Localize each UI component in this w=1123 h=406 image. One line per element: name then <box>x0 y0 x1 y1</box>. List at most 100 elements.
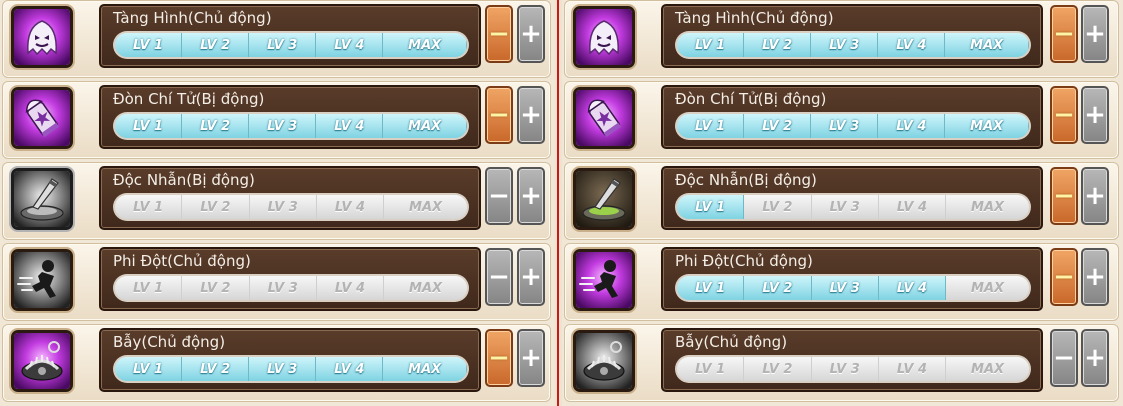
skill-row: Đòn Chí Tử(Bị động) LV 1 LV 2 LV 3 LV 4 … <box>564 81 1119 159</box>
right-skill-panel: Tàng Hình(Chủ động) LV 1 LV 2 LV 3 LV 4 … <box>562 0 1123 406</box>
level-4: LV 4 <box>878 276 947 300</box>
decrease-level-button[interactable]: − <box>1050 5 1078 63</box>
level-2: LV 2 <box>182 276 250 300</box>
minus-icon: − <box>488 262 510 292</box>
increase-level-button[interactable]: + <box>517 167 545 225</box>
increase-level-button[interactable]: + <box>517 248 545 306</box>
level-bar: LV 1 LV 2 LV 3 LV 4 MAX <box>115 195 467 219</box>
level-max: MAX <box>384 195 467 219</box>
decrease-level-button[interactable]: − <box>485 167 513 225</box>
level-3: LV 3 <box>811 195 879 219</box>
plus-icon: + <box>520 181 542 211</box>
level-4: LV 4 <box>878 114 946 138</box>
level-1: LV 1 <box>677 195 745 219</box>
trap-icon <box>11 330 73 392</box>
skill-row: Phi Đột(Chủ động) LV 1 LV 2 LV 3 LV 4 MA… <box>2 243 551 321</box>
skill-name: Phi Đột(Chủ động) <box>113 252 251 270</box>
decrease-level-button[interactable]: − <box>1050 248 1078 306</box>
dash-runner-icon <box>11 249 73 311</box>
level-2: LV 2 <box>744 276 812 300</box>
skill-name: Bẫy(Chủ động) <box>675 333 788 351</box>
skill-info: Độc Nhẫn(Bị động) LV 1 LV 2 LV 3 LV 4 MA… <box>661 166 1043 230</box>
skill-info: Tàng Hình(Chủ động) LV 1 LV 2 LV 3 LV 4 … <box>99 4 481 68</box>
increase-level-button[interactable]: + <box>1081 86 1109 144</box>
level-3: LV 3 <box>811 357 879 381</box>
level-bar: LV 1 LV 2 LV 3 LV 4 MAX <box>115 276 467 300</box>
left-skill-panel: Tàng Hình(Chủ động) LV 1 LV 2 LV 3 LV 4 … <box>0 0 555 406</box>
bullet-star-icon <box>11 87 73 149</box>
ghost-icon <box>573 6 635 68</box>
level-max: MAX <box>383 33 467 57</box>
increase-level-button[interactable]: + <box>517 86 545 144</box>
minus-icon: − <box>1053 262 1075 292</box>
plus-icon: + <box>1084 343 1106 373</box>
level-4: LV 4 <box>878 195 947 219</box>
level-bar: LV 1 LV 2 LV 3 LV 4 MAX <box>115 357 467 381</box>
level-3: LV 3 <box>811 114 879 138</box>
level-4: LV 4 <box>316 114 384 138</box>
skill-name: Độc Nhẫn(Bị động) <box>113 171 255 189</box>
increase-level-button[interactable]: + <box>517 5 545 63</box>
level-3: LV 3 <box>249 276 317 300</box>
plus-icon: + <box>520 19 542 49</box>
level-max: MAX <box>383 357 467 381</box>
minus-icon: − <box>488 19 510 49</box>
level-2: LV 2 <box>744 114 812 138</box>
skill-row: Độc Nhẫn(Bị động) LV 1 LV 2 LV 3 LV 4 MA… <box>2 162 551 240</box>
level-2: LV 2 <box>182 195 250 219</box>
level-2: LV 2 <box>182 114 250 138</box>
decrease-level-button[interactable]: − <box>1050 329 1078 387</box>
ghost-icon <box>11 6 73 68</box>
level-1: LV 1 <box>115 33 183 57</box>
increase-level-button[interactable]: + <box>1081 248 1109 306</box>
increase-level-button[interactable]: + <box>1081 5 1109 63</box>
skill-info: Bẫy(Chủ động) LV 1 LV 2 LV 3 LV 4 MAX <box>661 328 1043 392</box>
level-4: LV 4 <box>316 276 385 300</box>
decrease-level-button[interactable]: − <box>1050 86 1078 144</box>
skill-info: Độc Nhẫn(Bị động) LV 1 LV 2 LV 3 LV 4 MA… <box>99 166 481 230</box>
skill-row: Độc Nhẫn(Bị động) LV 1 LV 2 LV 3 LV 4 MA… <box>564 162 1119 240</box>
decrease-level-button[interactable]: − <box>485 329 513 387</box>
level-1: LV 1 <box>677 357 745 381</box>
decrease-level-button[interactable]: − <box>485 248 513 306</box>
skill-info: Tàng Hình(Chủ động) LV 1 LV 2 LV 3 LV 4 … <box>661 4 1043 68</box>
minus-icon: − <box>488 343 510 373</box>
level-max: MAX <box>945 33 1029 57</box>
level-2: LV 2 <box>744 33 812 57</box>
plus-icon: + <box>1084 19 1106 49</box>
increase-level-button[interactable]: + <box>1081 329 1109 387</box>
plus-icon: + <box>1084 181 1106 211</box>
skill-name: Tàng Hình(Chủ động) <box>113 9 272 27</box>
level-bar: LV 1 LV 2 LV 3 LV 4 MAX <box>677 33 1029 57</box>
level-bar: LV 1 LV 2 LV 3 LV 4 MAX <box>677 114 1029 138</box>
level-3: LV 3 <box>249 195 317 219</box>
level-max: MAX <box>946 195 1029 219</box>
level-bar: LV 1 LV 2 LV 3 LV 4 MAX <box>677 357 1029 381</box>
level-2: LV 2 <box>744 195 812 219</box>
increase-level-button[interactable]: + <box>1081 167 1109 225</box>
level-2: LV 2 <box>182 357 250 381</box>
skill-row: Tàng Hình(Chủ động) LV 1 LV 2 LV 3 LV 4 … <box>564 0 1119 78</box>
bullet-star-icon <box>573 87 635 149</box>
decrease-level-button[interactable]: − <box>485 86 513 144</box>
level-4: LV 4 <box>316 357 384 381</box>
skill-info: Phi Đột(Chủ động) LV 1 LV 2 LV 3 LV 4 MA… <box>661 247 1043 311</box>
level-3: LV 3 <box>811 276 879 300</box>
level-max: MAX <box>946 276 1029 300</box>
skill-name: Đòn Chí Tử(Bị động) <box>675 90 827 108</box>
minus-icon: − <box>488 100 510 130</box>
plus-icon: + <box>520 100 542 130</box>
skill-name: Phi Đột(Chủ động) <box>675 252 813 270</box>
level-4: LV 4 <box>878 33 946 57</box>
increase-level-button[interactable]: + <box>517 329 545 387</box>
level-3: LV 3 <box>249 33 317 57</box>
minus-icon: − <box>488 181 510 211</box>
skill-name: Đòn Chí Tử(Bị động) <box>113 90 265 108</box>
decrease-level-button[interactable]: − <box>1050 167 1078 225</box>
level-max: MAX <box>945 114 1029 138</box>
level-2: LV 2 <box>744 357 812 381</box>
level-1: LV 1 <box>115 195 183 219</box>
skill-row: Bẫy(Chủ động) LV 1 LV 2 LV 3 LV 4 MAX − … <box>2 324 551 402</box>
decrease-level-button[interactable]: − <box>485 5 513 63</box>
level-2: LV 2 <box>182 33 250 57</box>
